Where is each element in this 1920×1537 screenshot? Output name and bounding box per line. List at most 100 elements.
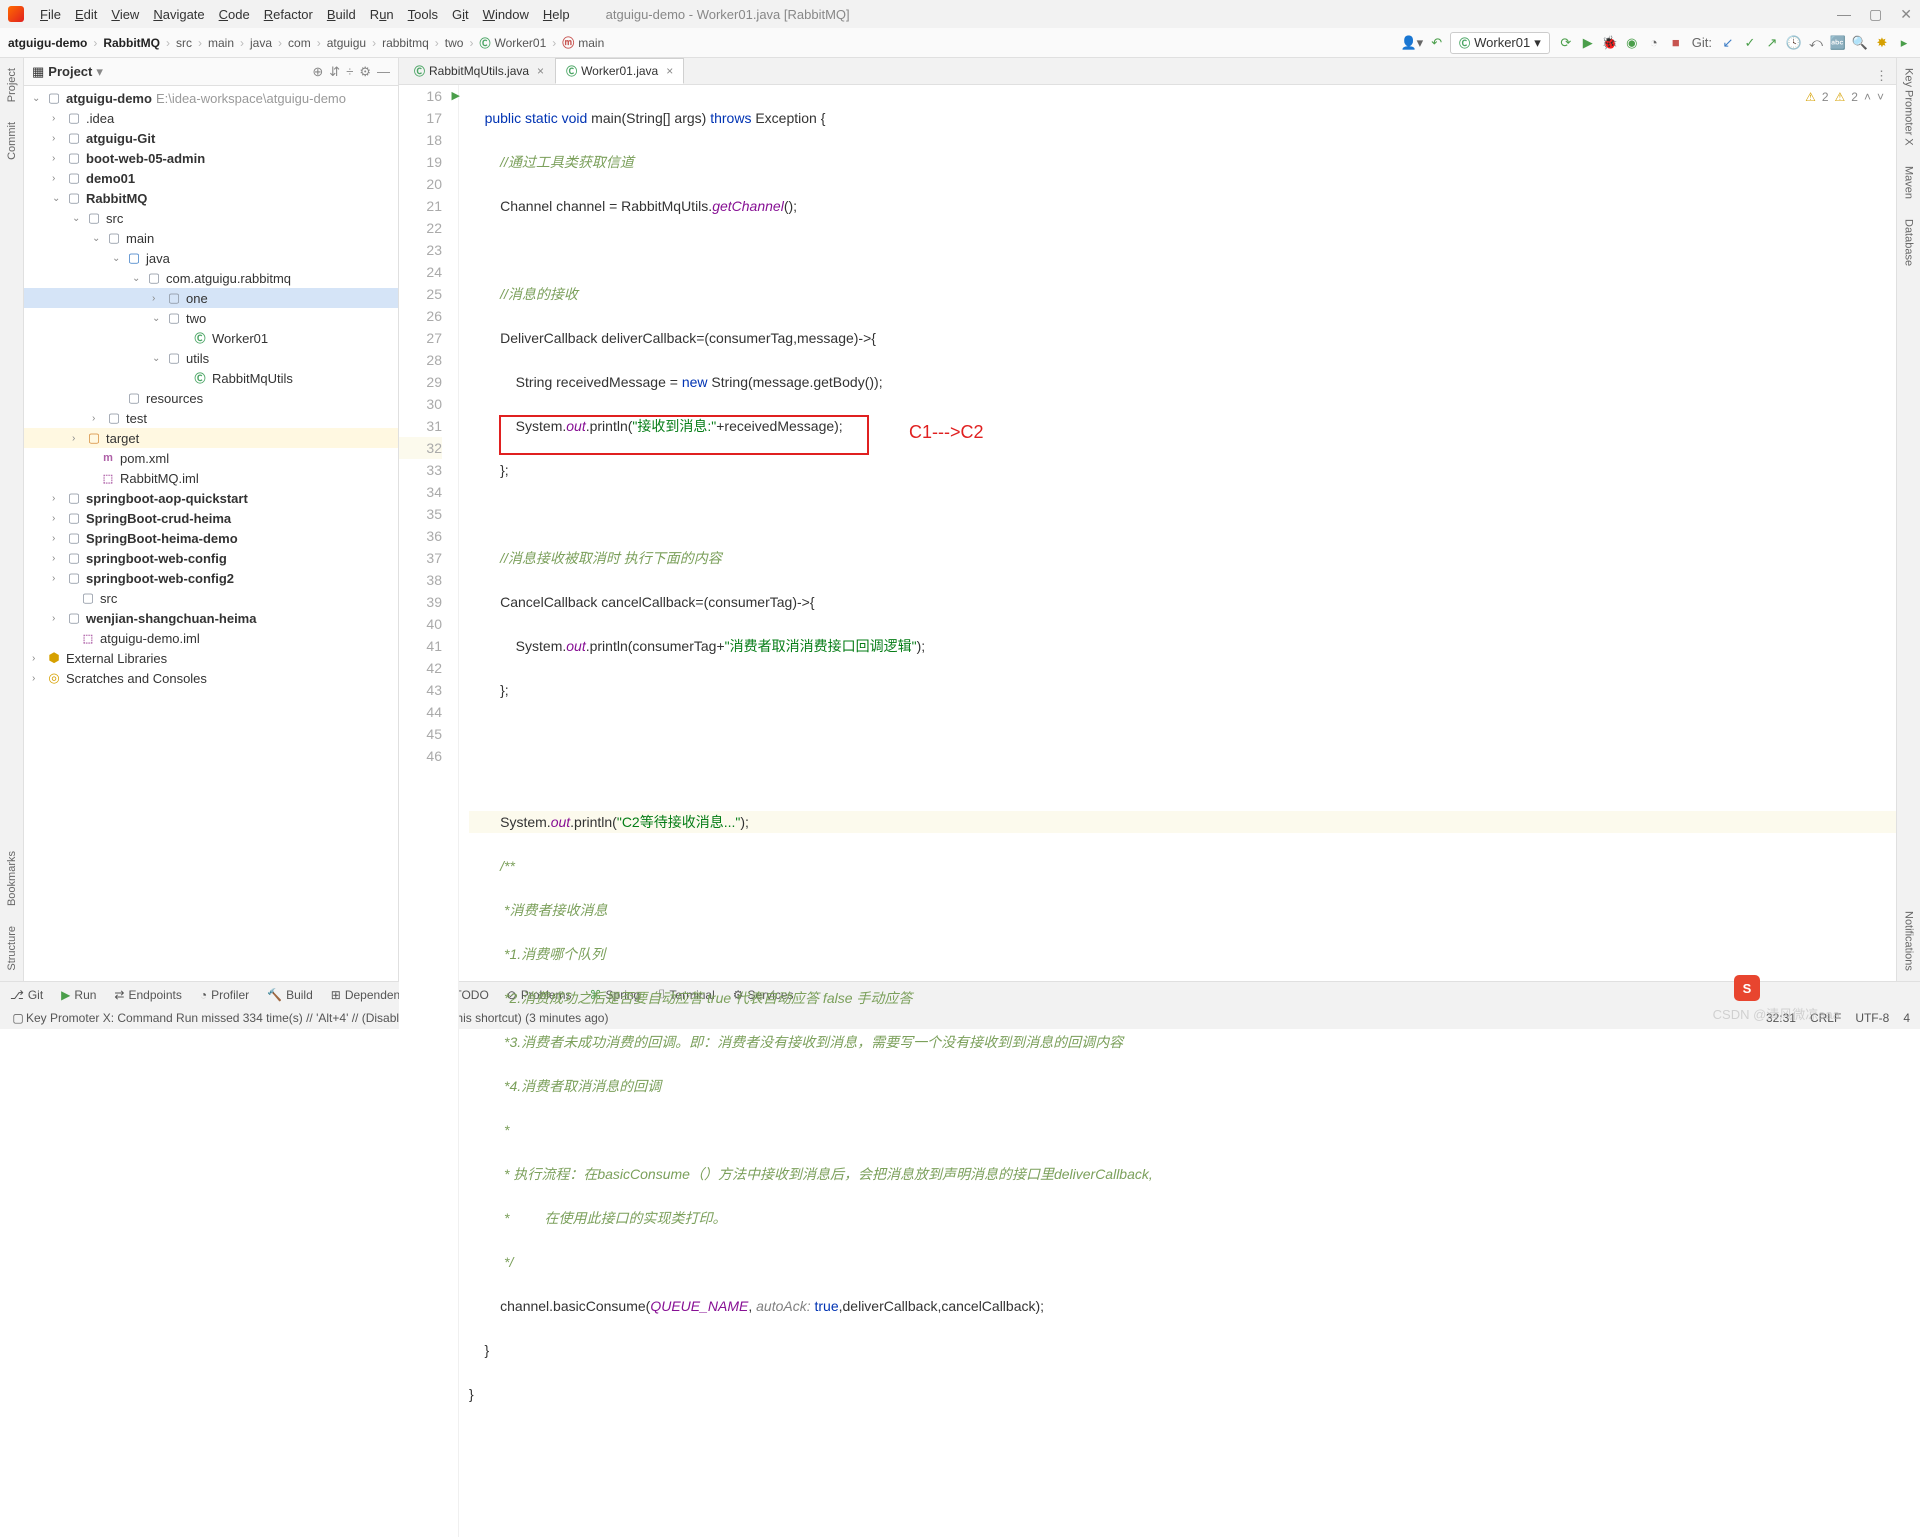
tree-sb-crud[interactable]: ›▢SpringBoot-crud-heima <box>24 508 398 528</box>
git-history-icon[interactable]: 🕓 <box>1786 35 1802 51</box>
tree-scratches[interactable]: ›◎Scratches and Consoles <box>24 668 398 688</box>
tree-src[interactable]: ⌄▢src <box>24 208 398 228</box>
build-icon[interactable]: ⟳ <box>1558 35 1574 51</box>
locate-icon[interactable]: ⊕ <box>312 64 323 80</box>
tree-worker01[interactable]: ⒸWorker01 <box>24 328 398 348</box>
indent-info[interactable]: 4 <box>1903 1011 1910 1025</box>
tab-close-icon[interactable]: × <box>537 64 544 78</box>
translate-icon[interactable]: 🔤 <box>1830 35 1846 51</box>
close-icon[interactable]: ✕ <box>1900 6 1912 23</box>
tool-keypromoter[interactable]: Key Promoter X <box>1903 68 1915 146</box>
maximize-icon[interactable]: ▢ <box>1869 6 1882 23</box>
bc-com[interactable]: com <box>288 36 311 50</box>
git-update-icon[interactable]: ↙ <box>1720 35 1736 51</box>
tool-commit[interactable]: Commit <box>6 122 18 160</box>
tabs-menu-icon[interactable]: ⋮ <box>1875 68 1896 84</box>
ide-settings-icon[interactable]: ✸ <box>1874 35 1890 51</box>
tool-profiler[interactable]: ◔Profiler <box>200 988 249 1002</box>
hide-icon[interactable]: — <box>377 64 390 80</box>
profile-icon[interactable]: ◔ <box>1646 35 1662 51</box>
expand-all-icon[interactable]: ⇵ <box>329 64 340 80</box>
collapse-icon[interactable]: ÷ <box>346 64 353 80</box>
bc-class[interactable]: Worker01 <box>494 36 546 50</box>
tree-package[interactable]: ⌄▢com.atguigu.rabbitmq <box>24 268 398 288</box>
tree-demo-iml[interactable]: ⬚atguigu-demo.iml <box>24 628 398 648</box>
menu-navigate[interactable]: Navigate <box>147 5 210 24</box>
run-icon[interactable]: ▶ <box>1580 35 1596 51</box>
tree-java[interactable]: ⌄▢java <box>24 248 398 268</box>
code-editor[interactable]: 16▶ 171819202122232425262728293031323334… <box>399 85 1896 1537</box>
tree-rabbitmqutils[interactable]: ⒸRabbitMqUtils <box>24 368 398 388</box>
menu-help[interactable]: Help <box>537 5 576 24</box>
tool-run-bottom[interactable]: ▶Run <box>61 988 96 1002</box>
tool-endpoints[interactable]: ⇄Endpoints <box>114 988 181 1002</box>
debug-icon[interactable]: 🐞 <box>1602 35 1618 51</box>
tree-idea[interactable]: ›▢.idea <box>24 108 398 128</box>
menu-build[interactable]: Build <box>321 5 362 24</box>
tab-rabbitmqutils[interactable]: ⒸRabbitMqUtils.java× <box>403 58 555 84</box>
bc-atguigu[interactable]: atguigu <box>327 36 366 50</box>
tool-project[interactable]: Project <box>6 68 18 102</box>
run-anything-icon[interactable]: ▸ <box>1896 35 1912 51</box>
tree-sb-web[interactable]: ›▢springboot-web-config <box>24 548 398 568</box>
menu-refactor[interactable]: Refactor <box>258 5 319 24</box>
bc-module[interactable]: RabbitMQ <box>103 36 160 50</box>
minimize-icon[interactable]: — <box>1837 6 1851 23</box>
menu-file[interactable]: File <box>34 5 67 24</box>
project-tree[interactable]: ⌄▢atguigu-demoE:\idea-workspace\atguigu-… <box>24 86 398 981</box>
tab-close-icon[interactable]: × <box>666 64 673 78</box>
bc-two[interactable]: two <box>445 36 464 50</box>
bc-java[interactable]: java <box>250 36 272 50</box>
tool-notifications[interactable]: Notifications <box>1903 911 1915 971</box>
tool-maven[interactable]: Maven <box>1903 166 1915 199</box>
tree-one[interactable]: ›▢one <box>24 288 398 308</box>
bc-method[interactable]: main <box>578 36 604 50</box>
status-indent-icon[interactable]: ▢ <box>10 1011 26 1025</box>
search-icon[interactable]: 🔍 <box>1852 35 1868 51</box>
tree-demo01[interactable]: ›▢demo01 <box>24 168 398 188</box>
tree-main[interactable]: ⌄▢main <box>24 228 398 248</box>
menu-view[interactable]: View <box>105 5 145 24</box>
menu-code[interactable]: Code <box>213 5 256 24</box>
tool-database[interactable]: Database <box>1903 219 1915 266</box>
tree-iml[interactable]: ⬚RabbitMQ.iml <box>24 468 398 488</box>
bc-project[interactable]: atguigu-demo <box>8 36 87 50</box>
user-icon[interactable]: 👤▾ <box>1400 35 1423 51</box>
tab-worker01[interactable]: ⒸWorker01.java× <box>555 58 684 84</box>
tool-bookmarks[interactable]: Bookmarks <box>6 851 18 906</box>
tree-pom[interactable]: mpom.xml <box>24 448 398 468</box>
code-content[interactable]: public static void main(String[] args) t… <box>459 85 1896 1537</box>
tree-src2[interactable]: ▢src <box>24 588 398 608</box>
tree-test[interactable]: ›▢test <box>24 408 398 428</box>
tool-git[interactable]: ⎇Git <box>10 988 43 1002</box>
menu-edit[interactable]: Edit <box>69 5 103 24</box>
tree-two[interactable]: ⌄▢two <box>24 308 398 328</box>
gutter[interactable]: 16▶ 171819202122232425262728293031323334… <box>399 85 459 1537</box>
git-rollback-icon[interactable]: ⤺ <box>1808 35 1824 51</box>
tree-wenjian[interactable]: ›▢wenjian-shangchuan-heima <box>24 608 398 628</box>
tool-structure[interactable]: Structure <box>6 926 18 971</box>
menu-window[interactable]: Window <box>477 5 535 24</box>
tree-utils[interactable]: ⌄▢utils <box>24 348 398 368</box>
menu-tools[interactable]: Tools <box>402 5 444 24</box>
tree-sb-heima[interactable]: ›▢SpringBoot-heima-demo <box>24 528 398 548</box>
tree-boot-web[interactable]: ›▢boot-web-05-admin <box>24 148 398 168</box>
coverage-icon[interactable]: ◉ <box>1624 35 1640 51</box>
tree-rabbitmq[interactable]: ⌄▢RabbitMQ <box>24 188 398 208</box>
stop-icon[interactable]: ■ <box>1668 35 1684 51</box>
tree-root[interactable]: ⌄▢atguigu-demoE:\idea-workspace\atguigu-… <box>24 88 398 108</box>
run-config-selector[interactable]: Ⓒ Worker01 ▾ <box>1450 32 1550 54</box>
settings-icon[interactable]: ⚙ <box>359 64 371 80</box>
bc-main[interactable]: main <box>208 36 234 50</box>
project-dropdown-icon[interactable]: ▾ <box>96 64 103 80</box>
git-commit-icon[interactable]: ✓ <box>1742 35 1758 51</box>
tree-atguigu-git[interactable]: ›▢atguigu-Git <box>24 128 398 148</box>
tool-build[interactable]: 🔨Build <box>267 988 313 1002</box>
tree-sb-web2[interactable]: ›▢springboot-web-config2 <box>24 568 398 588</box>
menu-run[interactable]: Run <box>364 5 400 24</box>
tree-resources[interactable]: ▢resources <box>24 388 398 408</box>
tree-sb-aop[interactable]: ›▢springboot-aop-quickstart <box>24 488 398 508</box>
bc-src[interactable]: src <box>176 36 192 50</box>
tree-external-libs[interactable]: ›⬢External Libraries <box>24 648 398 668</box>
bc-rabbitmq[interactable]: rabbitmq <box>382 36 429 50</box>
